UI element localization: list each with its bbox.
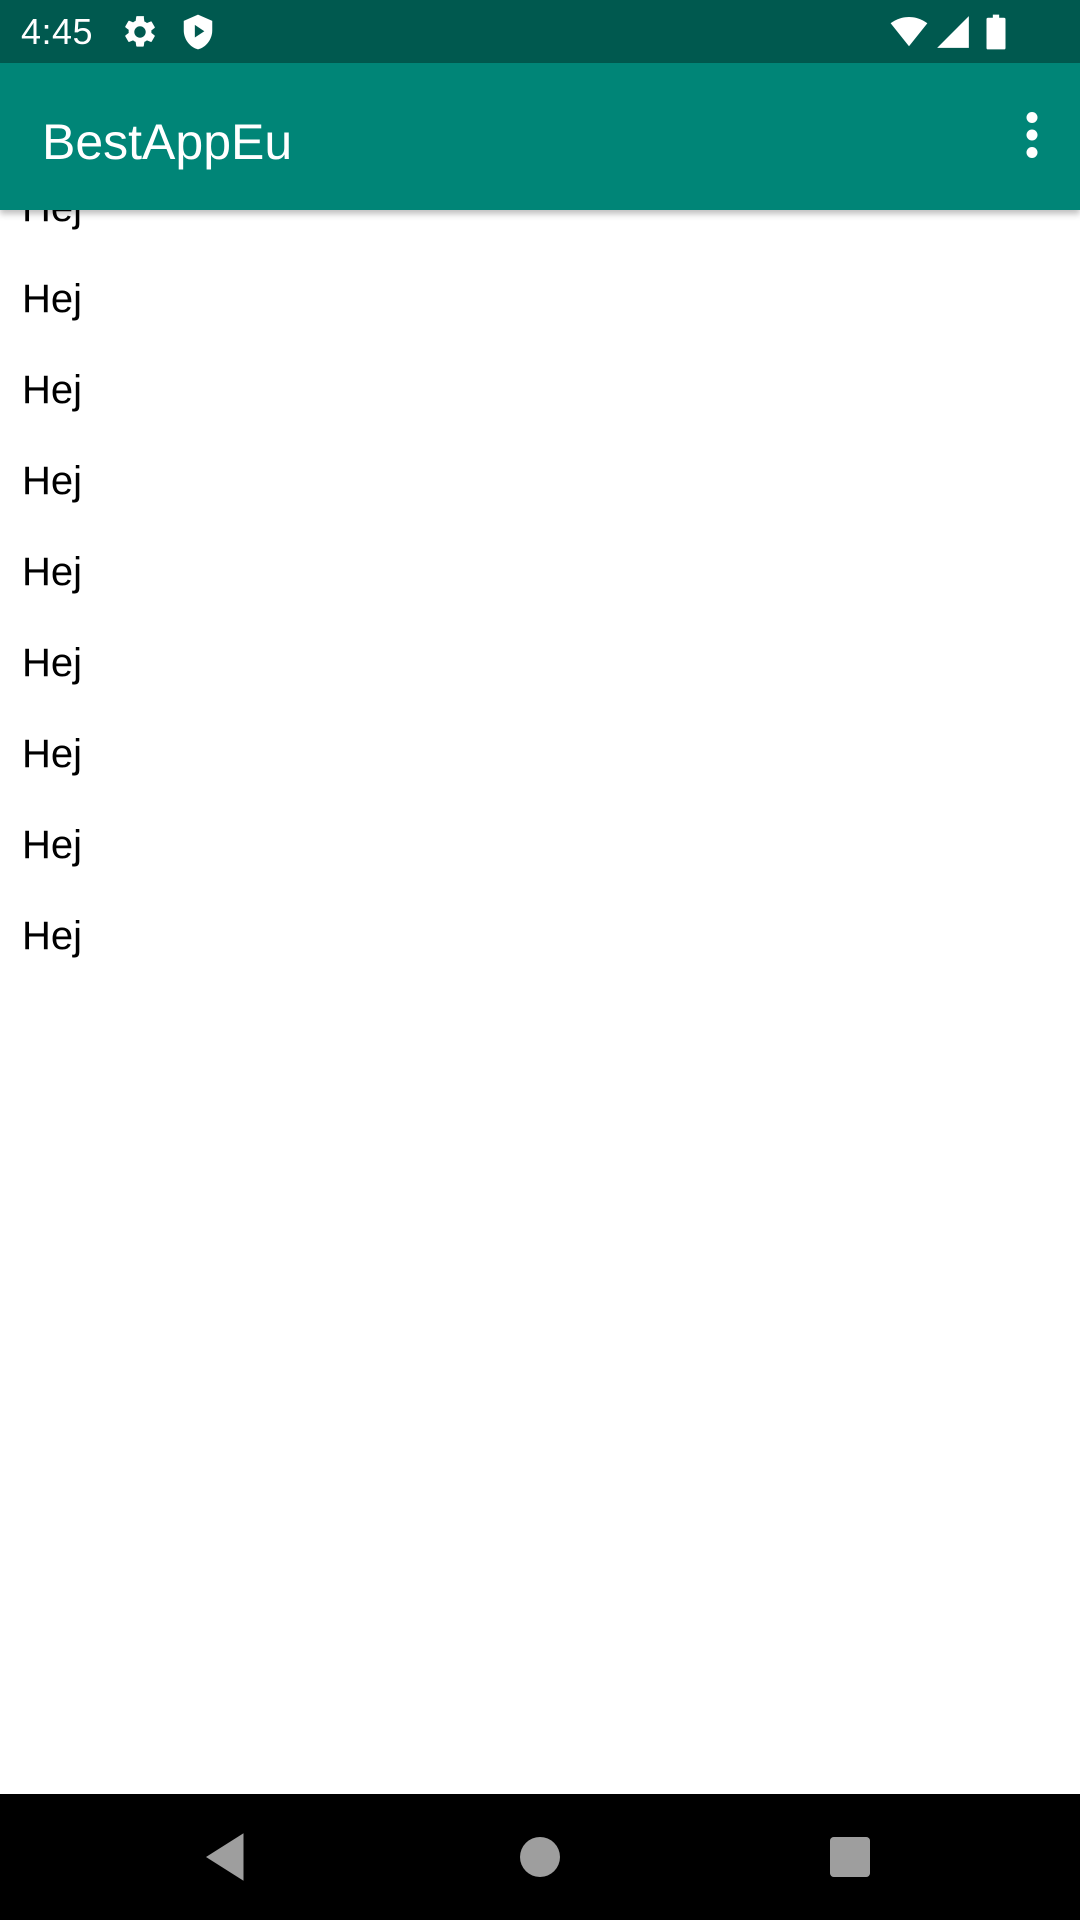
list-item-label: Hej — [22, 459, 83, 503]
list-item-label: Hej — [22, 210, 82, 233]
home-button[interactable] — [510, 1827, 570, 1887]
list-item[interactable]: Hej — [0, 210, 1080, 254]
more-vert-icon — [1026, 112, 1038, 158]
battery-icon — [984, 13, 1008, 51]
list-item-label: Hej — [22, 641, 83, 685]
list-item[interactable]: Hej — [0, 618, 1080, 709]
status-bar: 4:45 — [0, 0, 1080, 63]
app-bar: BestAppEu — [0, 63, 1080, 210]
shield-play-icon — [179, 13, 217, 51]
home-icon — [520, 1837, 560, 1877]
gear-icon — [121, 13, 159, 51]
list-item[interactable]: Hej — [0, 254, 1080, 345]
wifi-icon — [888, 13, 930, 51]
back-button[interactable] — [196, 1827, 256, 1887]
list-item[interactable]: Hej — [0, 800, 1080, 891]
list-item[interactable]: Hej — [0, 436, 1080, 527]
back-icon — [206, 1833, 244, 1881]
app-title: BestAppEu — [42, 114, 293, 170]
list-item[interactable]: Hej — [0, 527, 1080, 618]
list-item-label: Hej — [22, 914, 83, 958]
status-time: 4:45 — [21, 11, 94, 52]
recents-button[interactable] — [820, 1827, 880, 1887]
list-item[interactable]: Hej — [0, 891, 1080, 982]
list-item-label: Hej — [22, 823, 83, 867]
list-item[interactable]: Hej — [0, 345, 1080, 436]
list-item[interactable]: Hej — [0, 709, 1080, 800]
more-options-button[interactable] — [1002, 105, 1062, 165]
list-item-label: Hej — [22, 277, 83, 321]
list-item-label: Hej — [22, 550, 83, 594]
screen: 4:45 BestAppEu Hej Hej Hej Hej Hej Hej H… — [0, 0, 1080, 1920]
navigation-bar — [0, 1794, 1080, 1920]
item-list[interactable]: Hej Hej Hej Hej Hej Hej Hej Hej Hej — [0, 210, 1080, 1794]
list-item-label: Hej — [22, 368, 83, 412]
list-item-label: Hej — [22, 732, 83, 776]
cell-signal-icon — [934, 13, 972, 51]
recents-icon — [830, 1837, 870, 1877]
